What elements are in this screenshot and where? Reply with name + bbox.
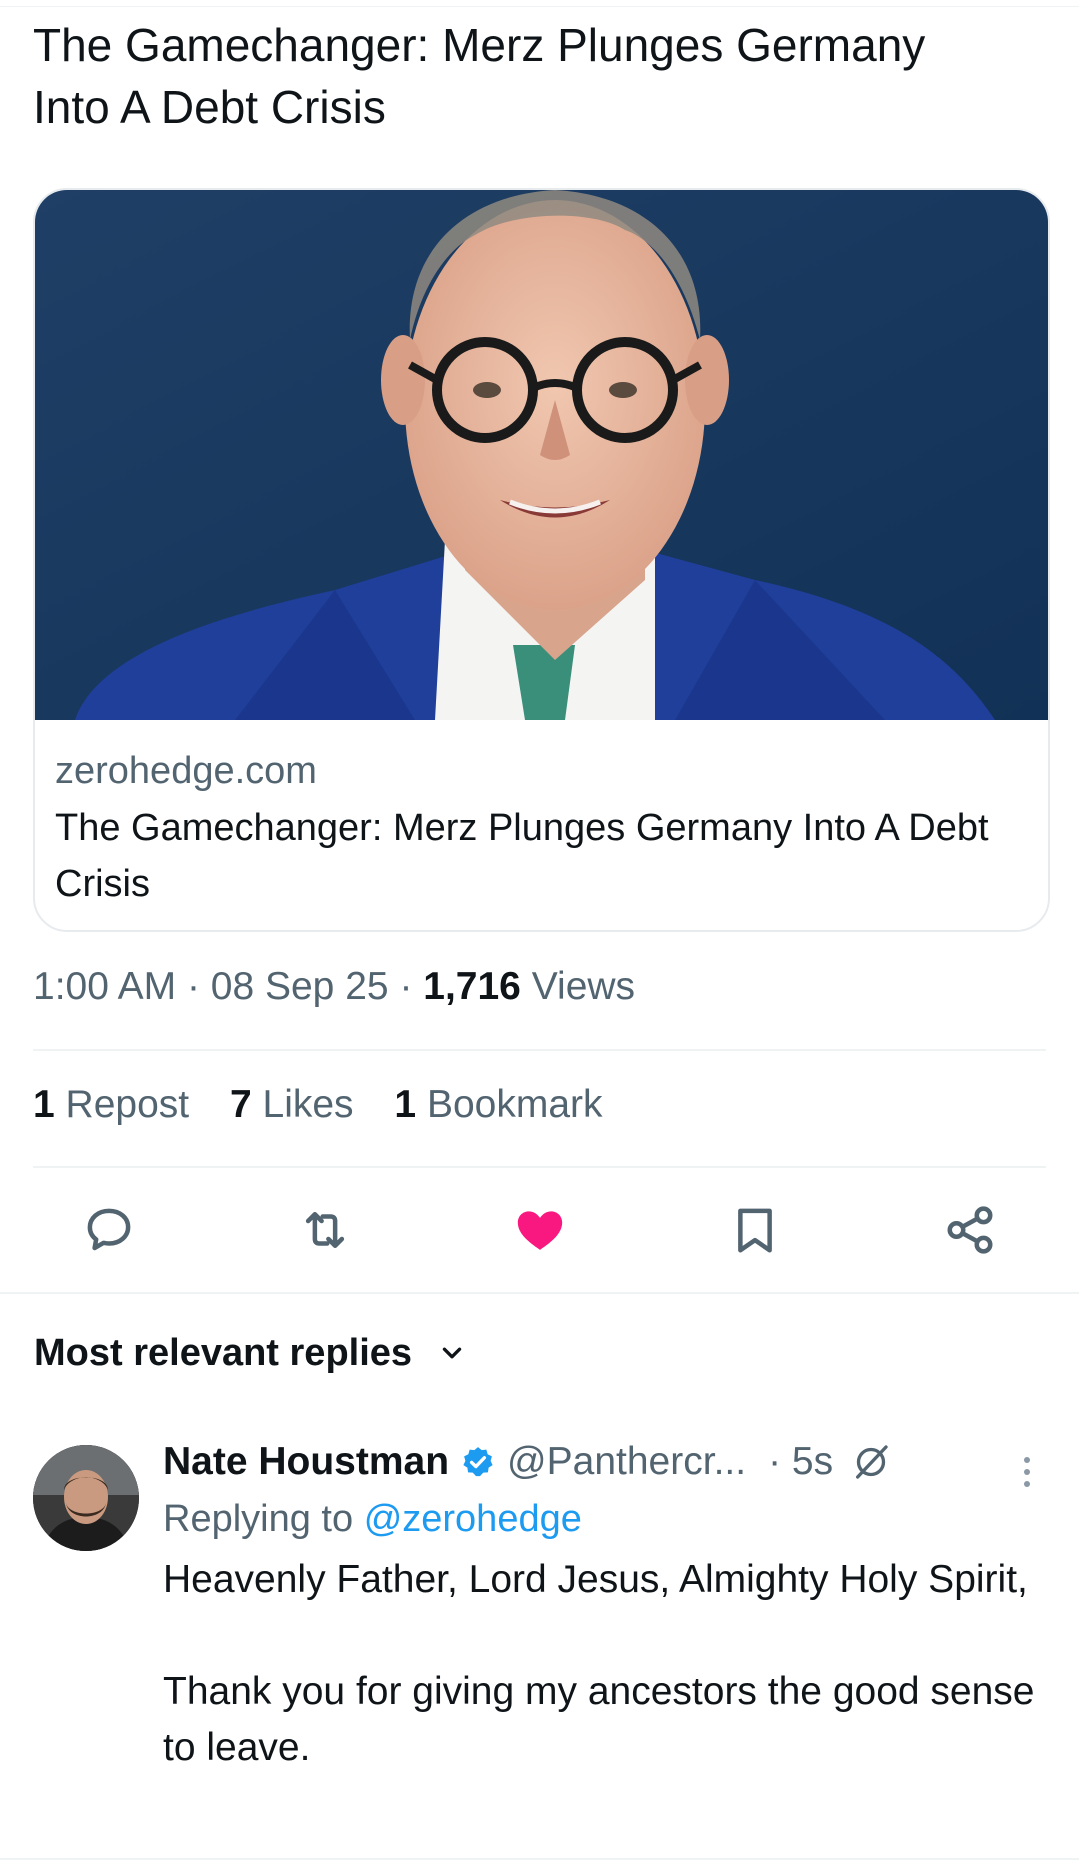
chevron-down-icon [439, 1333, 465, 1376]
tweet-time: 1:00 AM [33, 965, 177, 1008]
action-bar [0, 1195, 1079, 1265]
tweet-meta: 1:00 AM · 08 Sep 25 · 1,716 Views [33, 965, 635, 1009]
repost-label: Repost [65, 1083, 190, 1126]
replies-sort-dropdown[interactable]: Most relevant replies [34, 1332, 465, 1376]
reply-author-handle[interactable]: @Panthercr... [507, 1440, 746, 1484]
bookmark-label: Bookmark [426, 1083, 603, 1126]
repost-button[interactable] [290, 1195, 360, 1265]
verified-badge-icon [461, 1445, 495, 1479]
likes-stat[interactable]: 7 Likes [230, 1083, 354, 1126]
card-domain: zerohedge.com [55, 750, 317, 792]
views-count: 1,716 [423, 965, 521, 1008]
meta-divider [33, 1049, 1046, 1051]
more-options-icon[interactable] [1012, 1448, 1042, 1498]
card-image[interactable] [35, 190, 1048, 720]
share-nodes-icon [947, 1206, 993, 1254]
grok-icon[interactable] [851, 1442, 891, 1482]
like-button[interactable] [505, 1195, 575, 1265]
tweet-text: The Gamechanger: Merz Plunges Germany In… [33, 19, 926, 133]
reply-item[interactable]: Nate Houstman @Panthercr... · 5s Replyin… [0, 1440, 1079, 1860]
repost-arrows-icon [305, 1212, 345, 1248]
replying-to-handle[interactable]: @zerohedge [364, 1498, 582, 1540]
reply-header: Nate Houstman @Panthercr... · 5s [163, 1440, 891, 1484]
avatar[interactable] [33, 1445, 139, 1551]
replying-to-prefix: Replying to [163, 1498, 354, 1540]
repost-count: 1 [33, 1083, 55, 1126]
reply-time: · 5s [768, 1440, 834, 1483]
bottom-divider [0, 1858, 1079, 1860]
link-card[interactable]: zerohedge.com The Gamechanger: Merz Plun… [33, 188, 1050, 932]
bookmark-count: 1 [394, 1083, 417, 1126]
top-divider [0, 6, 1079, 7]
share-button[interactable] [935, 1195, 1005, 1265]
bookmark-icon [738, 1208, 772, 1253]
tweet-date: 08 Sep 25 [210, 965, 389, 1008]
views-label[interactable]: Views [532, 965, 635, 1008]
likes-label: Likes [262, 1083, 354, 1126]
heart-filled-icon [517, 1211, 563, 1250]
reply-author-name[interactable]: Nate Houstman [163, 1440, 449, 1484]
replying-to: Replying to @zerohedge [163, 1498, 582, 1541]
meta-separator: · [399, 965, 424, 1008]
reply-text: Heavenly Father, Lord Jesus, Almighty Ho… [163, 1558, 1035, 1769]
bookmark-stat[interactable]: 1 Bookmark [394, 1083, 602, 1126]
reply-time-value: 5s [791, 1440, 834, 1483]
speech-bubble-icon [87, 1208, 131, 1251]
tweet-stats: 1 Repost 7 Likes 1 Bookmark [33, 1083, 633, 1127]
meta-separator: · [186, 965, 211, 1008]
likes-count: 7 [229, 1083, 252, 1126]
bookmark-button[interactable] [720, 1195, 790, 1265]
replies-header-label: Most relevant replies [34, 1332, 413, 1374]
stats-divider [33, 1166, 1046, 1168]
section-divider [0, 1292, 1079, 1294]
card-title: The Gamechanger: Merz Plunges Germany In… [55, 807, 989, 905]
reply-button[interactable] [74, 1195, 144, 1265]
repost-stat[interactable]: 1 Repost [33, 1083, 189, 1126]
